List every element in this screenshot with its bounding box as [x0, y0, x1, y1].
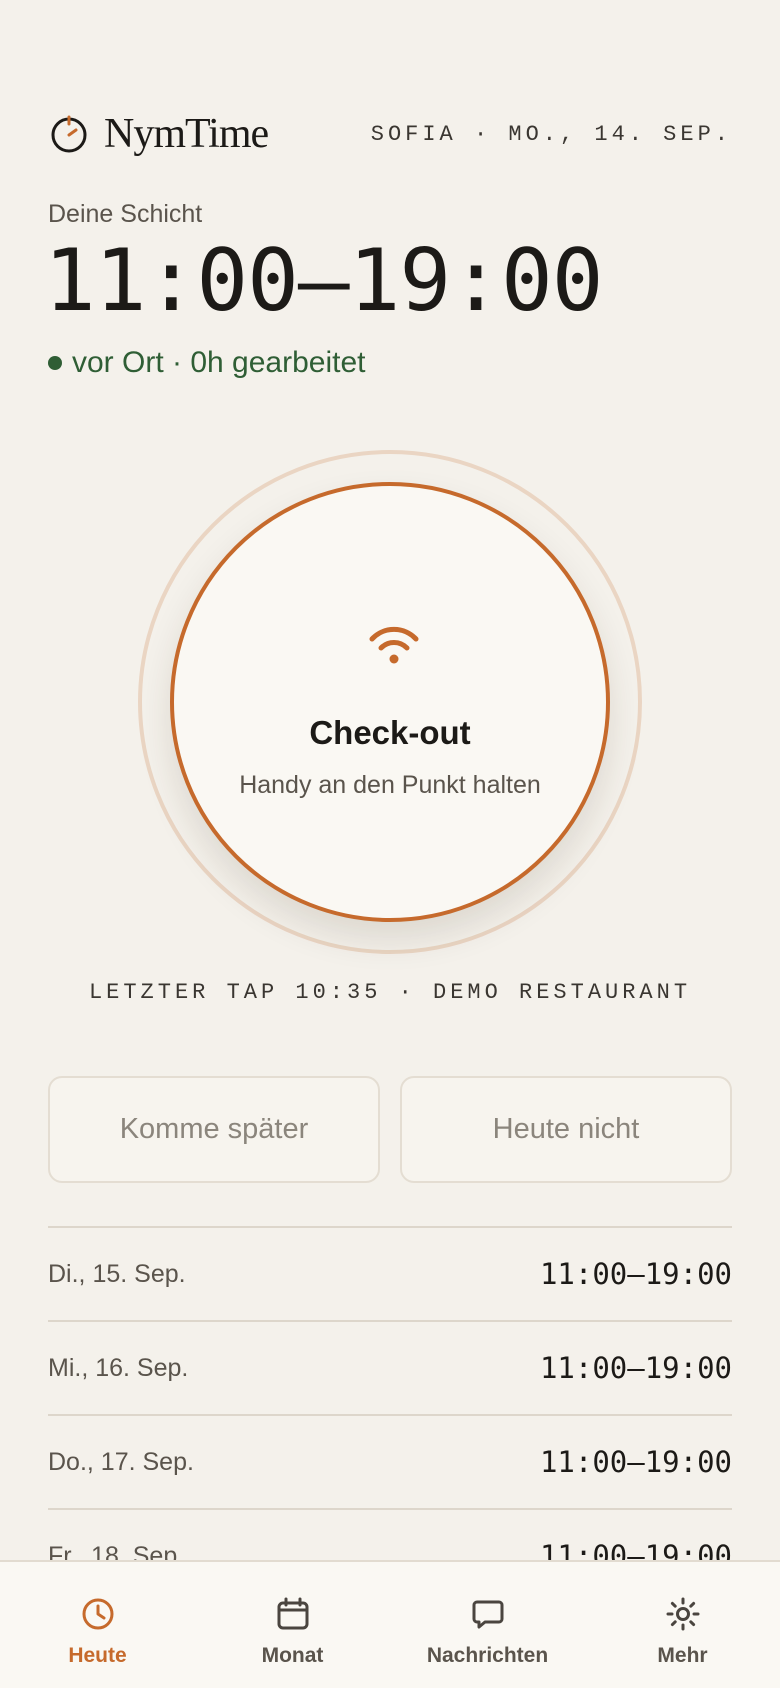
chat-icon — [472, 1600, 503, 1629]
shift-hours: 11:00–19:00 — [539, 1257, 732, 1291]
shift-status-text: vor Ort · 0h gearbeitet — [72, 346, 366, 379]
check-out-title: Check-out — [309, 714, 471, 751]
shift-hours: 11:00–19:00 — [539, 1351, 732, 1385]
nfc-icon — [369, 626, 419, 664]
gear-icon — [666, 1597, 699, 1631]
app-name: NymTime — [104, 111, 269, 157]
nav-item-label: Mehr — [657, 1644, 708, 1667]
shift-date: Di., 15. Sep. — [48, 1259, 186, 1288]
check-out-hint: Handy an den Punkt halten — [239, 771, 541, 799]
location-date: SOFIA · MO., 14. SEP. — [370, 121, 732, 147]
nav-item-label: Heute — [68, 1644, 127, 1667]
shift-date: Do., 17. Sep. — [48, 1447, 194, 1476]
list-item[interactable]: Mi., 16. Sep. 11:00–19:00 — [48, 1320, 732, 1414]
shift-label: Deine Schicht — [48, 200, 203, 228]
upcoming-shifts-list: Di., 15. Sep. 11:00–19:00 Mi., 16. Sep. … — [48, 1226, 732, 1602]
brand: NymTime — [48, 110, 269, 158]
nav-item-heute[interactable]: Heute — [0, 1562, 195, 1688]
come-later-button[interactable]: Komme später — [48, 1076, 380, 1183]
stopwatch-icon — [51, 115, 87, 153]
clock-icon — [82, 1598, 113, 1630]
shift-status: vor Ort · 0h gearbeitet — [48, 346, 365, 380]
not-today-button[interactable]: Heute nicht — [400, 1076, 732, 1183]
action-buttons: Komme später Heute nicht — [48, 1076, 732, 1183]
nav-item-nachrichten[interactable]: Nachrichten — [390, 1562, 585, 1688]
app-screen: NymTime SOFIA · MO., 14. SEP. Deine Schi… — [0, 0, 780, 1688]
nav-item-label: Nachrichten — [426, 1644, 549, 1667]
check-out-button[interactable]: Check-out Handy an den Punkt halten — [170, 482, 610, 922]
shift-hours: 11:00–19:00 — [539, 1445, 732, 1479]
bottom-nav: Heute Monat Nachrichten Mehr — [0, 1560, 780, 1688]
list-item[interactable]: Di., 15. Sep. 11:00–19:00 — [48, 1226, 732, 1320]
shift-time: 11:00–19:00 — [44, 231, 604, 331]
shift-date: Mi., 16. Sep. — [48, 1353, 189, 1382]
last-tap-info: LETZTER TAP 10:35 · DEMO RESTAURANT — [88, 980, 692, 1005]
status-dot-icon — [48, 356, 62, 370]
app-header: NymTime SOFIA · MO., 14. SEP. — [48, 108, 732, 160]
nav-item-monat[interactable]: Monat — [195, 1562, 390, 1688]
list-item[interactable]: Do., 17. Sep. 11:00–19:00 — [48, 1414, 732, 1508]
nav-item-label: Monat — [261, 1644, 324, 1667]
calendar-icon — [277, 1597, 308, 1630]
nav-item-mehr[interactable]: Mehr — [585, 1562, 780, 1688]
